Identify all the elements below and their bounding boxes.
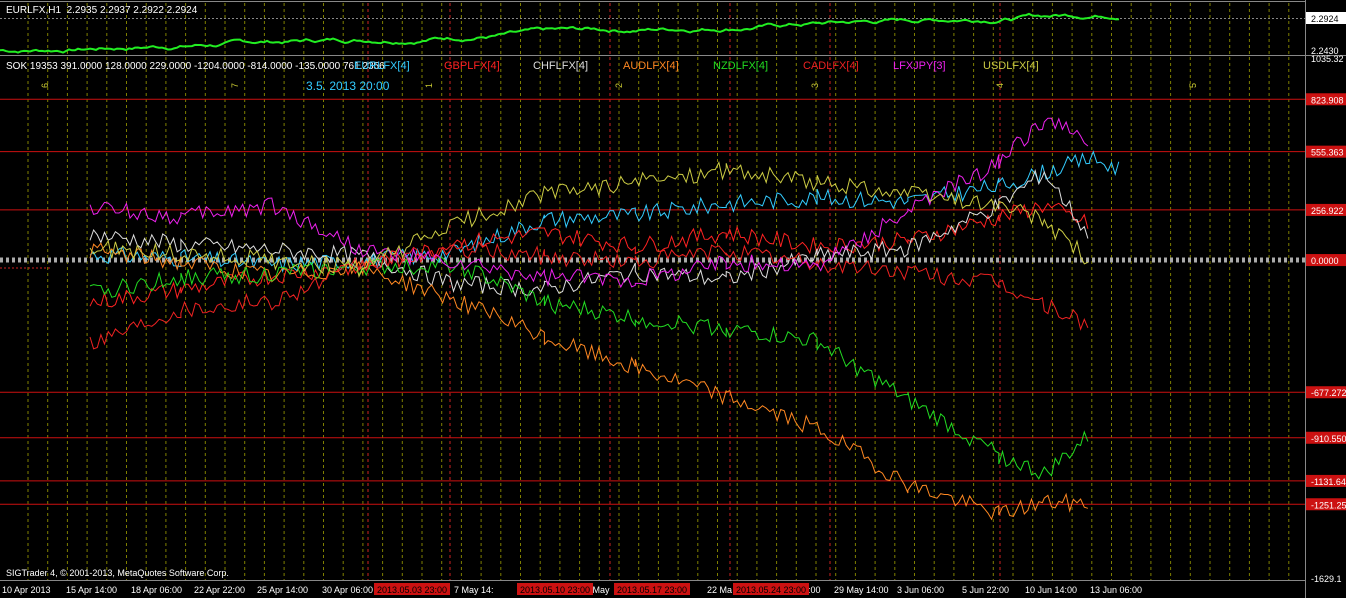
legend-usdlfx: USDLFX[4]	[983, 60, 1039, 72]
time-axis-tick: 10 Apr 2013	[2, 585, 51, 595]
main-axis-tick: -677.272	[1311, 388, 1346, 398]
period-number: 1	[424, 83, 434, 88]
time-axis-tick: 5 Jun 22:00	[962, 585, 1009, 595]
chart-background	[0, 0, 1346, 598]
time-axis-tick: 10 Jun 14:00	[1025, 585, 1077, 595]
main-axis-tick: 0.0000	[1311, 256, 1339, 266]
main-axis-tick: -910.550	[1311, 434, 1346, 444]
chart-canvas[interactable]: 1 2 3 4 56 7 2.29242.24301035.32823.908555.36…	[0, 0, 1346, 598]
time-marker-label: 2013.05.10 23:00	[520, 585, 590, 595]
period-number: 5	[1188, 83, 1198, 88]
legend-cadlfx: CADLFX[4]	[803, 60, 859, 72]
time-axis-tick: 25 Apr 14:00	[257, 585, 308, 595]
main-axis-tick: 823.908	[1311, 95, 1344, 105]
main-axis-tick: 555.363	[1311, 148, 1344, 158]
main-axis-tick: -1251.25	[1311, 500, 1346, 510]
time-axis-tick: 22 Ma	[707, 585, 732, 595]
ohlc-values: 2.2935 2.2937 2.2922 2.2924	[66, 5, 198, 16]
period-number: 4	[995, 83, 1005, 88]
time-marker-label: 2013.05.03 23:00	[377, 585, 447, 595]
legend-gbplfx: GBPLFX[4]	[444, 60, 500, 72]
time-axis-tick: 18 Apr 06:00	[131, 585, 182, 595]
legend-audlfx: AUDLFX[4]	[623, 60, 679, 72]
time-axis-tick: 29 May 14:00	[834, 585, 889, 595]
main-axis-tick: 256.922	[1311, 206, 1344, 216]
time-marker-label: 2013.05.24 23:00	[736, 585, 806, 595]
time-axis-tick: 30 Apr 06:00	[322, 585, 373, 595]
period-number: 7	[230, 83, 240, 88]
main-axis-tick: 1035.32	[1311, 54, 1344, 64]
time-axis-tick: 22 Apr 22:00	[194, 585, 245, 595]
main-axis-tick: -1629.1	[1311, 574, 1342, 584]
copyright-label: SIGTrader 4, © 2001-2013, MetaQuotes Sof…	[6, 568, 229, 578]
time-axis-tick: 13 Jun 06:00	[1090, 585, 1142, 595]
legend-lfxjpy: LFXJPY[3]	[893, 60, 946, 72]
legend-eurlfx: EURLFX[4]	[354, 60, 410, 72]
time-axis-tick: 7 May 14:	[454, 585, 494, 595]
main-axis-tick: -1131.64	[1311, 477, 1346, 487]
legend-nzdlfx: NZDLFX[4]	[713, 60, 769, 72]
legend-chflfx: CHFLFX[4]	[533, 60, 589, 72]
period-number: 6	[40, 83, 50, 88]
period-number: 3	[810, 83, 820, 88]
top-axis-tick: 2.2924	[1311, 14, 1339, 24]
period-number: 2	[614, 83, 624, 88]
time-axis-tick: :00	[808, 585, 821, 595]
time-marker-label: 2013.05.17 23:00	[617, 585, 687, 595]
time-axis-tick: 15 Apr 14:00	[66, 585, 117, 595]
indicator-label: SOK 19353 391.0000 128.0000 229.0000 -12…	[6, 61, 385, 72]
cursor-time-label: 3.5. 2013 20:00	[306, 79, 390, 93]
time-axis-tick: 3 Jun 06:00	[897, 585, 944, 595]
symbol-label: EURLFX,H1 2.2935 2.2937 2.2922 2.2924	[6, 5, 198, 16]
